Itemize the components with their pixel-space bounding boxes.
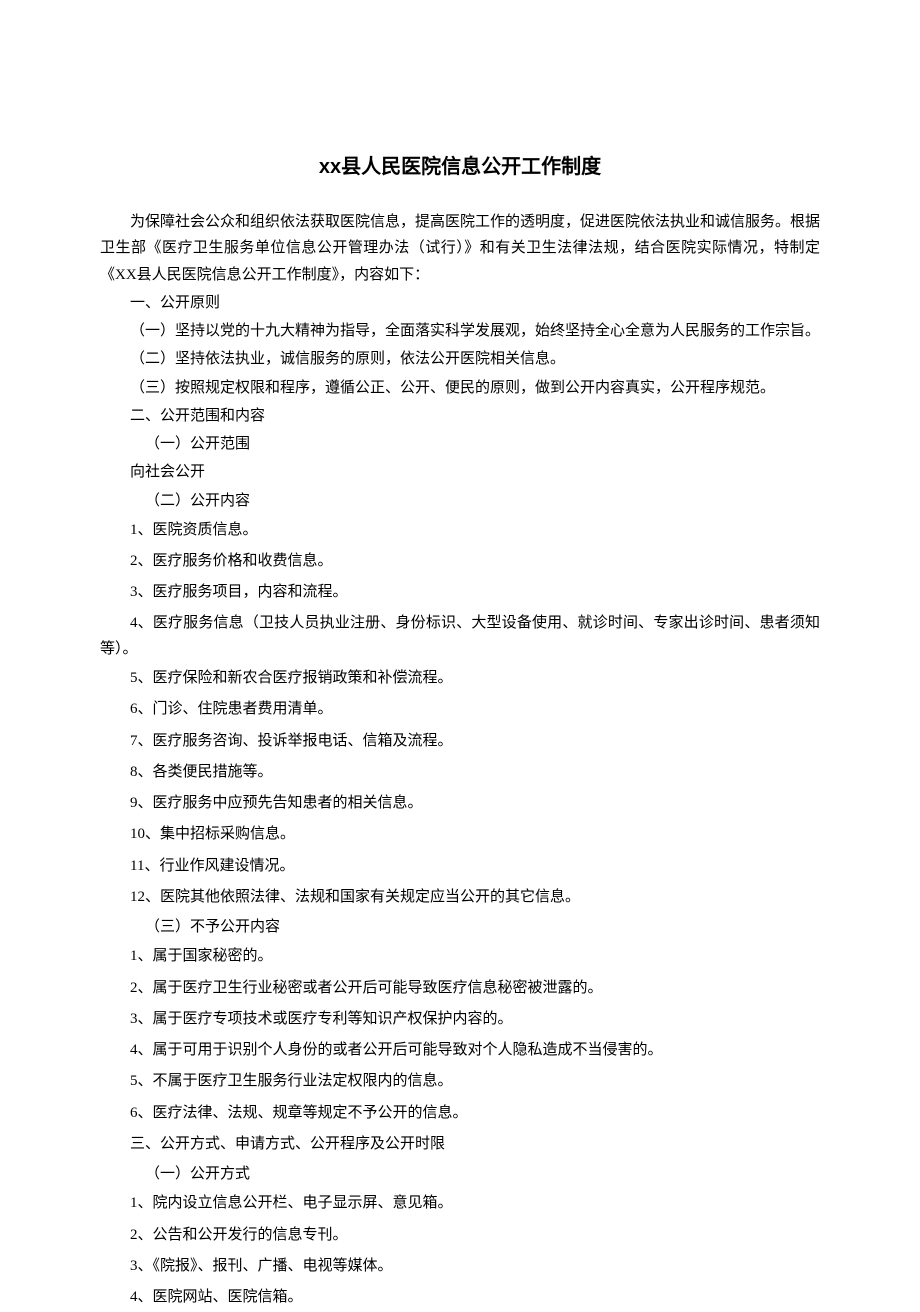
list-item: 11、行业作风建设情况。 [100, 852, 820, 881]
list-item: 10、集中招标采购信息。 [100, 820, 820, 849]
list-item: 6、门诊、住院患者费用清单。 [100, 695, 820, 724]
list-item: 5、不属于医疗卫生服务行业法定权限内的信息。 [100, 1067, 820, 1096]
list-item: 4、医院网站、医院信箱。 [100, 1283, 820, 1312]
list-item: 5、医疗保险和新农合医疗报销政策和补偿流程。 [100, 664, 820, 693]
list-item: 12、医院其他依照法律、法规和国家有关规定应当公开的其它信息。 [100, 883, 820, 912]
list-item: 2、医疗服务价格和收费信息。 [100, 547, 820, 576]
section-3-heading: 三、公开方式、申请方式、公开程序及公开时限 [100, 1130, 820, 1159]
section-2-sub-1-heading: （一）公开范围 [100, 431, 820, 457]
list-item: 9、医疗服务中应预先告知患者的相关信息。 [100, 789, 820, 818]
intro-paragraph: 为保障社会公众和组织依法获取医院信息，提高医院工作的透明度，促进医院依法执业和诚… [100, 209, 820, 288]
section-2-heading: 二、公开范围和内容 [100, 403, 820, 429]
section-2-sub-3-heading: （三）不予公开内容 [100, 914, 820, 940]
list-item: 1、医院资质信息。 [100, 516, 820, 545]
list-item: 3、属于医疗专项技术或医疗专利等知识产权保护内容的。 [100, 1005, 820, 1034]
section-3-sub-1-heading: （一）公开方式 [100, 1161, 820, 1187]
section-1-item-1: （一）坚持以党的十九大精神为指导，全面落实科学发展观，始终坚持全心全意为人民服务… [100, 318, 820, 344]
list-item: 7、医疗服务咨询、投诉举报电话、信箱及流程。 [100, 727, 820, 756]
list-item: 1、属于国家秘密的。 [100, 942, 820, 971]
list-item: 4、医疗服务信息（卫技人员执业注册、身份标识、大型设备使用、就诊时间、专家出诊时… [100, 610, 820, 663]
section-1-item-3: （三）按照规定权限和程序，遵循公正、公开、便民的原则，做到公开内容真实，公开程序… [100, 375, 820, 401]
list-item: 8、各类便民措施等。 [100, 758, 820, 787]
list-item: 3、《院报》、报刊、广播、电视等媒体。 [100, 1252, 820, 1281]
section-1-heading: 一、公开原则 [100, 290, 820, 316]
list-item: 1、院内设立信息公开栏、电子显示屏、意见箱。 [100, 1189, 820, 1218]
list-item: 6、医疗法律、法规、规章等规定不予公开的信息。 [100, 1099, 820, 1128]
list-item: 4、属于可用于识别个人身份的或者公开后可能导致对个人隐私造成不当侵害的。 [100, 1036, 820, 1065]
document-title: xx县人民医院信息公开工作制度 [100, 150, 820, 179]
list-item: 3、医疗服务项目，内容和流程。 [100, 578, 820, 607]
section-2-sub-1-text: 向社会公开 [100, 459, 820, 485]
section-2-sub-2-heading: （二）公开内容 [100, 488, 820, 514]
section-1-item-2: （二）坚持依法执业，诚信服务的原则，依法公开医院相关信息。 [100, 346, 820, 372]
list-item: 2、属于医疗卫生行业秘密或者公开后可能导致医疗信息秘密被泄露的。 [100, 974, 820, 1003]
list-item: 2、公告和公开发行的信息专刊。 [100, 1221, 820, 1250]
